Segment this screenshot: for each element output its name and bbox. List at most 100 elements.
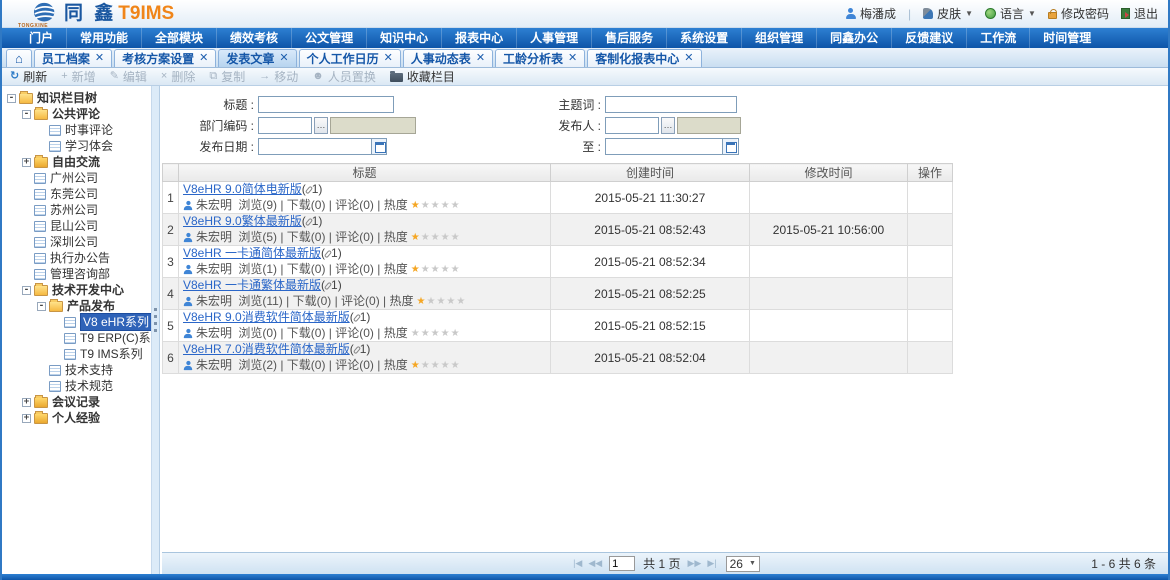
tree-node-时事评论[interactable]: 时事评论 (4, 122, 151, 138)
tree-node-label: 产品发布 (67, 298, 115, 314)
nav-item-绩效考核[interactable]: 绩效考核 (217, 28, 292, 48)
tree-node-知识栏目树[interactable]: -知识栏目树 (4, 90, 151, 106)
title-input[interactable] (258, 96, 394, 113)
tree-node-自由交流[interactable]: +自由交流 (4, 154, 151, 170)
close-tab-icon[interactable]: ✕ (568, 53, 577, 64)
language-menu[interactable]: 语言 ▼ (985, 5, 1036, 22)
toolbar-button-收藏栏目[interactable]: 收藏栏目 (390, 68, 455, 85)
collapse-icon[interactable]: - (7, 94, 16, 103)
nav-item-时间管理[interactable]: 时间管理 (1030, 28, 1104, 48)
logout-button[interactable]: 退出 (1121, 5, 1158, 22)
top-header: TONGXINE 同 鑫 T9IMS 梅潘成 | 皮肤 ▼ 语言 ▼ 修改密码 (2, 0, 1168, 28)
article-title-link[interactable]: V8eHR 9.0消费软件简体最新版 (183, 310, 350, 324)
close-tab-icon[interactable]: ✕ (279, 53, 288, 64)
nav-item-系统设置[interactable]: 系统设置 (667, 28, 742, 48)
prev-page-button[interactable]: ◀◀ (588, 558, 602, 569)
tree-node-技术支持[interactable]: 技术支持 (4, 362, 151, 378)
subject-input[interactable] (605, 96, 737, 113)
article-title-link[interactable]: V8eHR 9.0简体电新版 (183, 182, 302, 196)
tree-node-深圳公司[interactable]: 深圳公司 (4, 234, 151, 250)
nav-item-常用功能[interactable]: 常用功能 (67, 28, 142, 48)
change-password-button[interactable]: 修改密码 (1048, 5, 1109, 22)
close-tab-icon[interactable]: ✕ (384, 53, 393, 64)
tree-node-苏州公司[interactable]: 苏州公司 (4, 202, 151, 218)
tab-home[interactable]: ⌂ (6, 49, 32, 67)
tab-工龄分析表[interactable]: 工龄分析表✕ (495, 49, 585, 67)
tab-考核方案设置[interactable]: 考核方案设置 ✕ (114, 49, 216, 67)
dept-lookup-button[interactable]: … (314, 117, 328, 134)
toolbar-button-删除: ×删除 (161, 68, 195, 85)
publish-date-input[interactable] (259, 139, 371, 154)
first-page-button[interactable]: |◀ (573, 558, 582, 569)
collapse-icon[interactable]: - (37, 302, 46, 311)
calendar-icon[interactable] (371, 139, 386, 154)
tree-node-学习体会[interactable]: 学习体会 (4, 138, 151, 154)
nav-item-门户[interactable]: 门户 (16, 28, 67, 48)
expand-icon[interactable]: + (22, 398, 31, 407)
tree-node-V8 eHR系列[interactable]: V8 eHR系列 (4, 314, 151, 330)
nav-item-售后服务[interactable]: 售后服务 (592, 28, 667, 48)
close-tab-icon[interactable]: ✕ (95, 53, 104, 64)
tab-人事动态表[interactable]: 人事动态表✕ (403, 49, 493, 67)
nav-item-报表中心[interactable]: 报表中心 (442, 28, 517, 48)
article-title-link[interactable]: V8eHR 9.0繁体最新版 (183, 214, 302, 228)
nav-item-知识中心[interactable]: 知识中心 (367, 28, 442, 48)
tree-node-个人经验[interactable]: +个人经验 (4, 410, 151, 426)
nav-item-全部模块[interactable]: 全部模块 (142, 28, 217, 48)
publisher-input[interactable] (605, 117, 659, 134)
close-tab-icon[interactable]: ✕ (476, 53, 485, 64)
expand-icon[interactable]: + (22, 158, 31, 167)
tab-客制化报表中心[interactable]: 客制化报表中心✕ (587, 49, 701, 67)
tree-node-T9 IMS系列[interactable]: T9 IMS系列 (4, 346, 151, 362)
toolbar-button-刷新[interactable]: ↻刷新 (10, 68, 47, 85)
article-title-link[interactable]: V8eHR 一卡通繁体最新版 (183, 278, 321, 292)
page-number-input[interactable] (609, 556, 635, 571)
tree-node-管理咨询部[interactable]: 管理咨询部 (4, 266, 151, 282)
star-empty-icon: ★ (431, 264, 441, 275)
last-page-button[interactable]: ▶| (707, 558, 716, 569)
article-stats: 浏览(0) | 下载(0) | 评论(0) | 热度 (235, 326, 408, 340)
user-menu[interactable]: 梅潘成 (846, 5, 896, 22)
nav-item-同鑫办公[interactable]: 同鑫办公 (817, 28, 892, 48)
author-icon (184, 328, 193, 337)
tree-node-label: 深圳公司 (50, 234, 98, 250)
nav-item-反馈建议[interactable]: 反馈建议 (892, 28, 967, 48)
tab-label: 考核方案设置 (122, 50, 194, 67)
nav-item-人事管理[interactable]: 人事管理 (517, 28, 592, 48)
next-page-button[interactable]: ▶▶ (688, 558, 702, 569)
tree-node-会议记录[interactable]: +会议记录 (4, 394, 151, 410)
header-created-time[interactable]: 创建时间 (551, 164, 750, 182)
tree-node-昆山公司[interactable]: 昆山公司 (4, 218, 151, 234)
close-tab-icon[interactable]: ✕ (684, 53, 693, 64)
panel-splitter[interactable] (152, 86, 160, 574)
tab-个人工作日历[interactable]: 个人工作日历✕ (299, 49, 401, 67)
tree-node-东莞公司[interactable]: 东莞公司 (4, 186, 151, 202)
collapse-icon[interactable]: - (22, 286, 31, 295)
article-title-link[interactable]: V8eHR 7.0消费软件简体最新版 (183, 342, 350, 356)
expand-icon[interactable]: + (22, 414, 31, 423)
tree-node-执行办公告[interactable]: 执行办公告 (4, 250, 151, 266)
nav-item-工作流[interactable]: 工作流 (967, 28, 1030, 48)
dept-code-input[interactable] (258, 117, 312, 134)
publisher-lookup-button[interactable]: … (661, 117, 675, 134)
skin-menu[interactable]: 皮肤 ▼ (923, 5, 973, 22)
tree-node-产品发布[interactable]: - 产品发布 (4, 298, 151, 314)
page-size-select[interactable]: 26 ▼ (726, 556, 760, 572)
nav-item-公文管理[interactable]: 公文管理 (292, 28, 367, 48)
close-tab-icon[interactable]: ✕ (199, 53, 208, 64)
header-modified-time[interactable]: 修改时间 (750, 164, 908, 182)
range-info: 1 - 6 共 6 条 (1091, 553, 1156, 575)
date-to-input[interactable] (606, 139, 722, 154)
tree-node-技术开发中心[interactable]: -技术开发中心 (4, 282, 151, 298)
calendar-icon[interactable] (722, 139, 737, 154)
collapse-icon[interactable]: - (22, 110, 31, 119)
article-title-link[interactable]: V8eHR 一卡通简体最新版 (183, 246, 321, 260)
tree-node-公共评论[interactable]: -公共评论 (4, 106, 151, 122)
tab-发表文章[interactable]: 发表文章✕ (218, 49, 296, 67)
tree-node-技术规范[interactable]: 技术规范 (4, 378, 151, 394)
tree-node-T9 ERP(C)系列[interactable]: T9 ERP(C)系列 (4, 330, 151, 346)
tab-员工档案[interactable]: 员工档案✕ (34, 49, 112, 67)
header-title[interactable]: 标题 (179, 164, 551, 182)
nav-item-组织管理[interactable]: 组织管理 (742, 28, 817, 48)
tree-node-广州公司[interactable]: 广州公司 (4, 170, 151, 186)
